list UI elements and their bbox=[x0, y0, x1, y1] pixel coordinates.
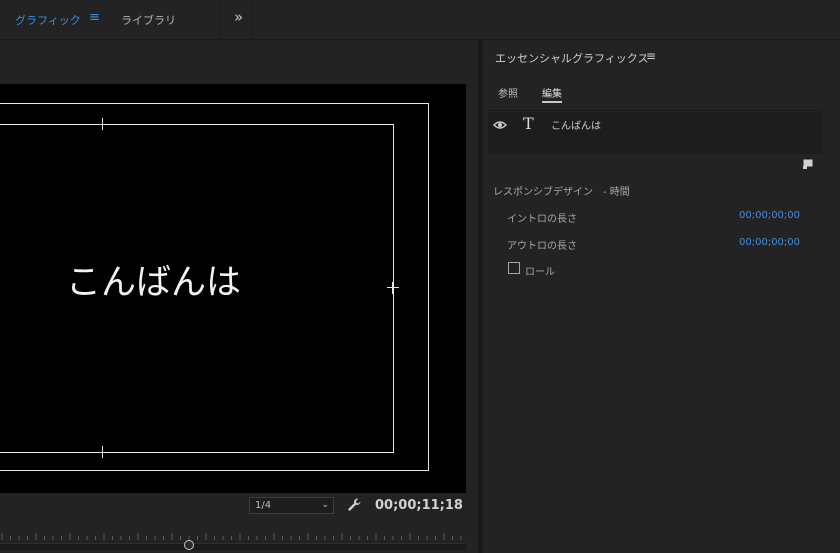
safe-margin-tick bbox=[392, 282, 393, 294]
responsive-design-heading: レスポンシブデザイン - 時間 bbox=[493, 187, 630, 198]
roll-label: ロール bbox=[525, 267, 555, 278]
eye-icon[interactable] bbox=[493, 120, 507, 130]
workspace-menu-icon[interactable]: ≡ bbox=[89, 10, 100, 25]
time-ruler[interactable] bbox=[0, 524, 466, 540]
playhead-timecode[interactable]: 00;00;11;18 bbox=[375, 498, 463, 513]
layer-list: T こんばんは bbox=[488, 112, 822, 154]
new-layer-icon[interactable] bbox=[803, 159, 813, 169]
video-preview[interactable]: こんばんは bbox=[0, 84, 466, 493]
workspace-tab-graphics[interactable]: グラフィック bbox=[15, 12, 81, 28]
workspace-tab-libraries[interactable]: ライブラリ bbox=[121, 12, 176, 28]
playback-resolution-select[interactable]: 1/4 ⌄ bbox=[249, 497, 334, 514]
monitor-header bbox=[0, 40, 478, 80]
playhead-handle[interactable] bbox=[184, 540, 194, 550]
workspace-bar: グラフィック ≡ ライブラリ » bbox=[0, 0, 840, 40]
tab-browse[interactable]: 参照 bbox=[498, 85, 518, 100]
panel-title: エッセンシャルグラフィックス bbox=[495, 52, 649, 65]
intro-duration-value[interactable]: 00;00;00;00 bbox=[739, 210, 800, 221]
preview-title-text[interactable]: こんばんは bbox=[66, 254, 241, 305]
more-workspaces-icon[interactable]: » bbox=[234, 8, 243, 26]
roll-checkbox[interactable] bbox=[508, 262, 520, 274]
safe-margin-tick bbox=[102, 446, 103, 458]
playback-resolution-value: 1/4 bbox=[255, 500, 272, 511]
ruler-track[interactable] bbox=[0, 543, 466, 550]
wrench-icon[interactable] bbox=[346, 497, 362, 513]
outro-duration-value[interactable]: 00;00;00;00 bbox=[739, 237, 800, 248]
essential-graphics-panel: エッセンシャルグラフィックス ≡ 参照 編集 T こんばんは レスポンシブデザイ… bbox=[483, 40, 840, 553]
outro-duration-label: アウトロの長さ bbox=[507, 241, 577, 252]
text-layer-icon: T bbox=[523, 114, 534, 133]
intro-duration-label: イントロの長さ bbox=[507, 214, 577, 225]
safe-margin-tick bbox=[387, 287, 399, 288]
tab-edit[interactable]: 編集 bbox=[542, 85, 562, 103]
safe-margin-tick bbox=[102, 118, 103, 130]
workspace-separator bbox=[220, 0, 221, 39]
panel-menu-icon[interactable]: ≡ bbox=[646, 49, 656, 63]
workspace-separator bbox=[252, 0, 253, 39]
tab-underline bbox=[488, 110, 822, 111]
chevron-down-icon: ⌄ bbox=[321, 500, 329, 510]
layer-name[interactable]: こんばんは bbox=[551, 117, 601, 132]
